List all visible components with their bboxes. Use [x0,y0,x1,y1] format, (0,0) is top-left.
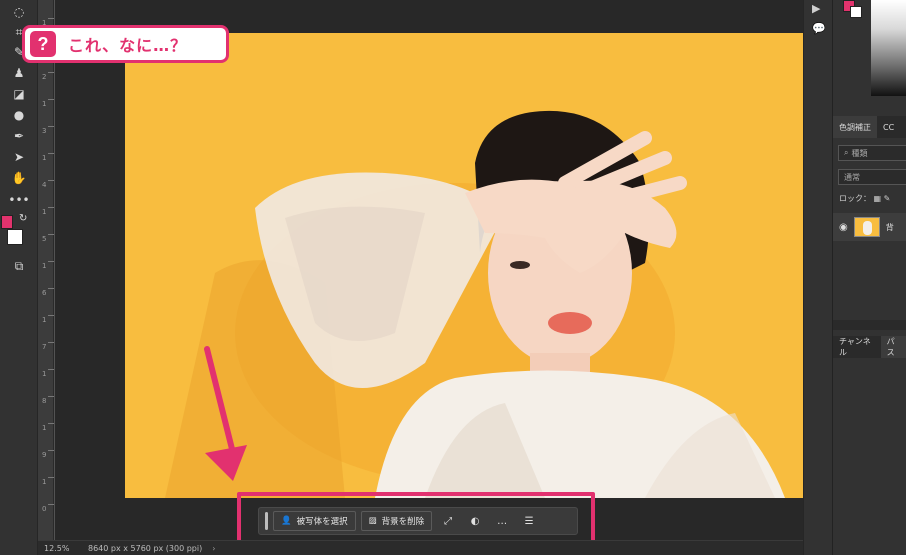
ruler-tick-line [48,369,54,370]
lock-transparency-icon[interactable]: ▦ [874,194,882,203]
ruler-tick-line [48,477,54,478]
ruler-tick-label: 0 [42,505,47,513]
screen-mode-icon[interactable]: ⧉ [0,256,38,276]
layer-thumbnail [853,217,880,237]
blur-icon[interactable]: ● [0,105,38,125]
selection-arrow-icon[interactable]: ➤ [0,147,38,167]
ruler-tick-line [48,234,54,235]
ruler-tick-label: 2 [42,73,47,81]
play-icon[interactable]: ▶ [812,2,820,15]
callout-text: これ、なに…？ [68,36,188,55]
panel-divider [833,320,906,330]
right-panels: 色調補正 CC ⌕ 種類 通常 ロック： ▦ ✎ ◉ 背 チャンネル パス [832,0,906,555]
ruler-tick-label: 8 [42,397,47,405]
more-tools-icon[interactable]: ••• [0,190,38,210]
ruler-tick-label: 1 [42,208,47,216]
tab-paths[interactable]: パス [880,336,906,358]
ruler-tick-line [48,288,54,289]
panel-background-swatch[interactable] [850,6,862,18]
ruler-tick-line [48,342,54,343]
ruler-tick-label: 1 [42,478,47,486]
ruler-tick-line [48,423,54,424]
document-dimensions: 8640 px x 5760 px (300 ppi) [88,543,203,553]
ruler-tick-line [48,315,54,316]
ruler-tick-label: 7 [42,343,47,351]
lock-row: ロック： ▦ ✎ [839,193,890,204]
blend-mode-select[interactable]: 通常 [838,169,906,185]
search-icon: ⌕ [844,148,849,157]
zoom-level[interactable]: 12.5% [38,544,80,553]
ruler-tick-line [48,396,54,397]
ruler-tick-label: 6 [42,289,47,297]
tab-channels[interactable]: チャンネル [833,336,881,358]
canvas-workspace[interactable] [55,0,824,540]
panel-dock: ▶ 💬 [803,0,832,555]
ruler-tick-label: 1 [42,370,47,378]
ruler-tick-line [48,153,54,154]
layer-row[interactable]: ◉ 背 [833,213,906,241]
ruler-tick-label: 1 [42,424,47,432]
pen-icon[interactable]: ✒ [0,126,38,146]
ruler-tick-label: 3 [42,127,47,135]
status-bar: 12.5% 8640 px x 5760 px (300 ppi) › [38,540,803,555]
ruler-tick-line [48,207,54,208]
ruler-tick-line [48,18,54,19]
layer-name: 背 [885,222,894,232]
ruler-tick-label: 1 [42,262,47,270]
ruler-tick-line [48,261,54,262]
ruler-tick-line [48,504,54,505]
annotation-arrow [204,346,247,481]
ruler-tick-label: 4 [42,181,47,189]
ruler-tick-label: 5 [42,235,47,243]
adjustments-tab-row: 色調補正 CC [833,116,906,138]
foreground-color-swatch[interactable] [1,215,13,229]
ruler-tick-label: 1 [42,316,47,324]
layer-filter-input[interactable]: ⌕ 種類 [838,145,906,161]
hand-icon[interactable]: ✋ [0,168,38,188]
callout-badge: ? これ、なに…？ [22,25,229,63]
ruler-tick-line [48,72,54,73]
ruler-tick-line [48,450,54,451]
lock-label: ロック： [839,194,871,203]
visibility-eye-icon[interactable]: ◉ [839,222,848,233]
color-picker-field[interactable] [871,0,906,96]
question-mark-icon: ? [30,31,56,57]
ruler-tick-label: 1 [42,100,47,108]
vertical-ruler: 1121314151617181910 [38,0,54,540]
stamp-icon[interactable]: ♟ [0,63,38,83]
swap-colors-icon[interactable]: ↻ [19,213,27,224]
comment-icon[interactable]: 💬 [812,22,826,35]
layer-filter-label: 種類 [851,148,868,158]
ruler-tick-line [48,126,54,127]
eraser-icon[interactable]: ◪ [0,84,38,104]
ruler-tick-label: 9 [42,451,47,459]
ruler-tick-line [48,180,54,181]
lasso-icon[interactable]: ◌ [0,2,38,22]
status-menu-arrow[interactable]: › [212,544,215,553]
ruler-tick-line [48,99,54,100]
background-color-swatch[interactable] [7,229,23,245]
tools-panel: ◌ ⌗ ✎ ♟ ◪ ● ✒ ➤ ✋ ••• ↻ ⧉ [0,0,38,555]
lock-brush-icon[interactable]: ✎ [884,194,891,203]
channels-tab-row: チャンネル パス [833,336,906,358]
tab-cc[interactable]: CC [877,123,900,132]
tab-adjustments[interactable]: 色調補正 [833,116,877,138]
ruler-tick-label: 1 [42,154,47,162]
